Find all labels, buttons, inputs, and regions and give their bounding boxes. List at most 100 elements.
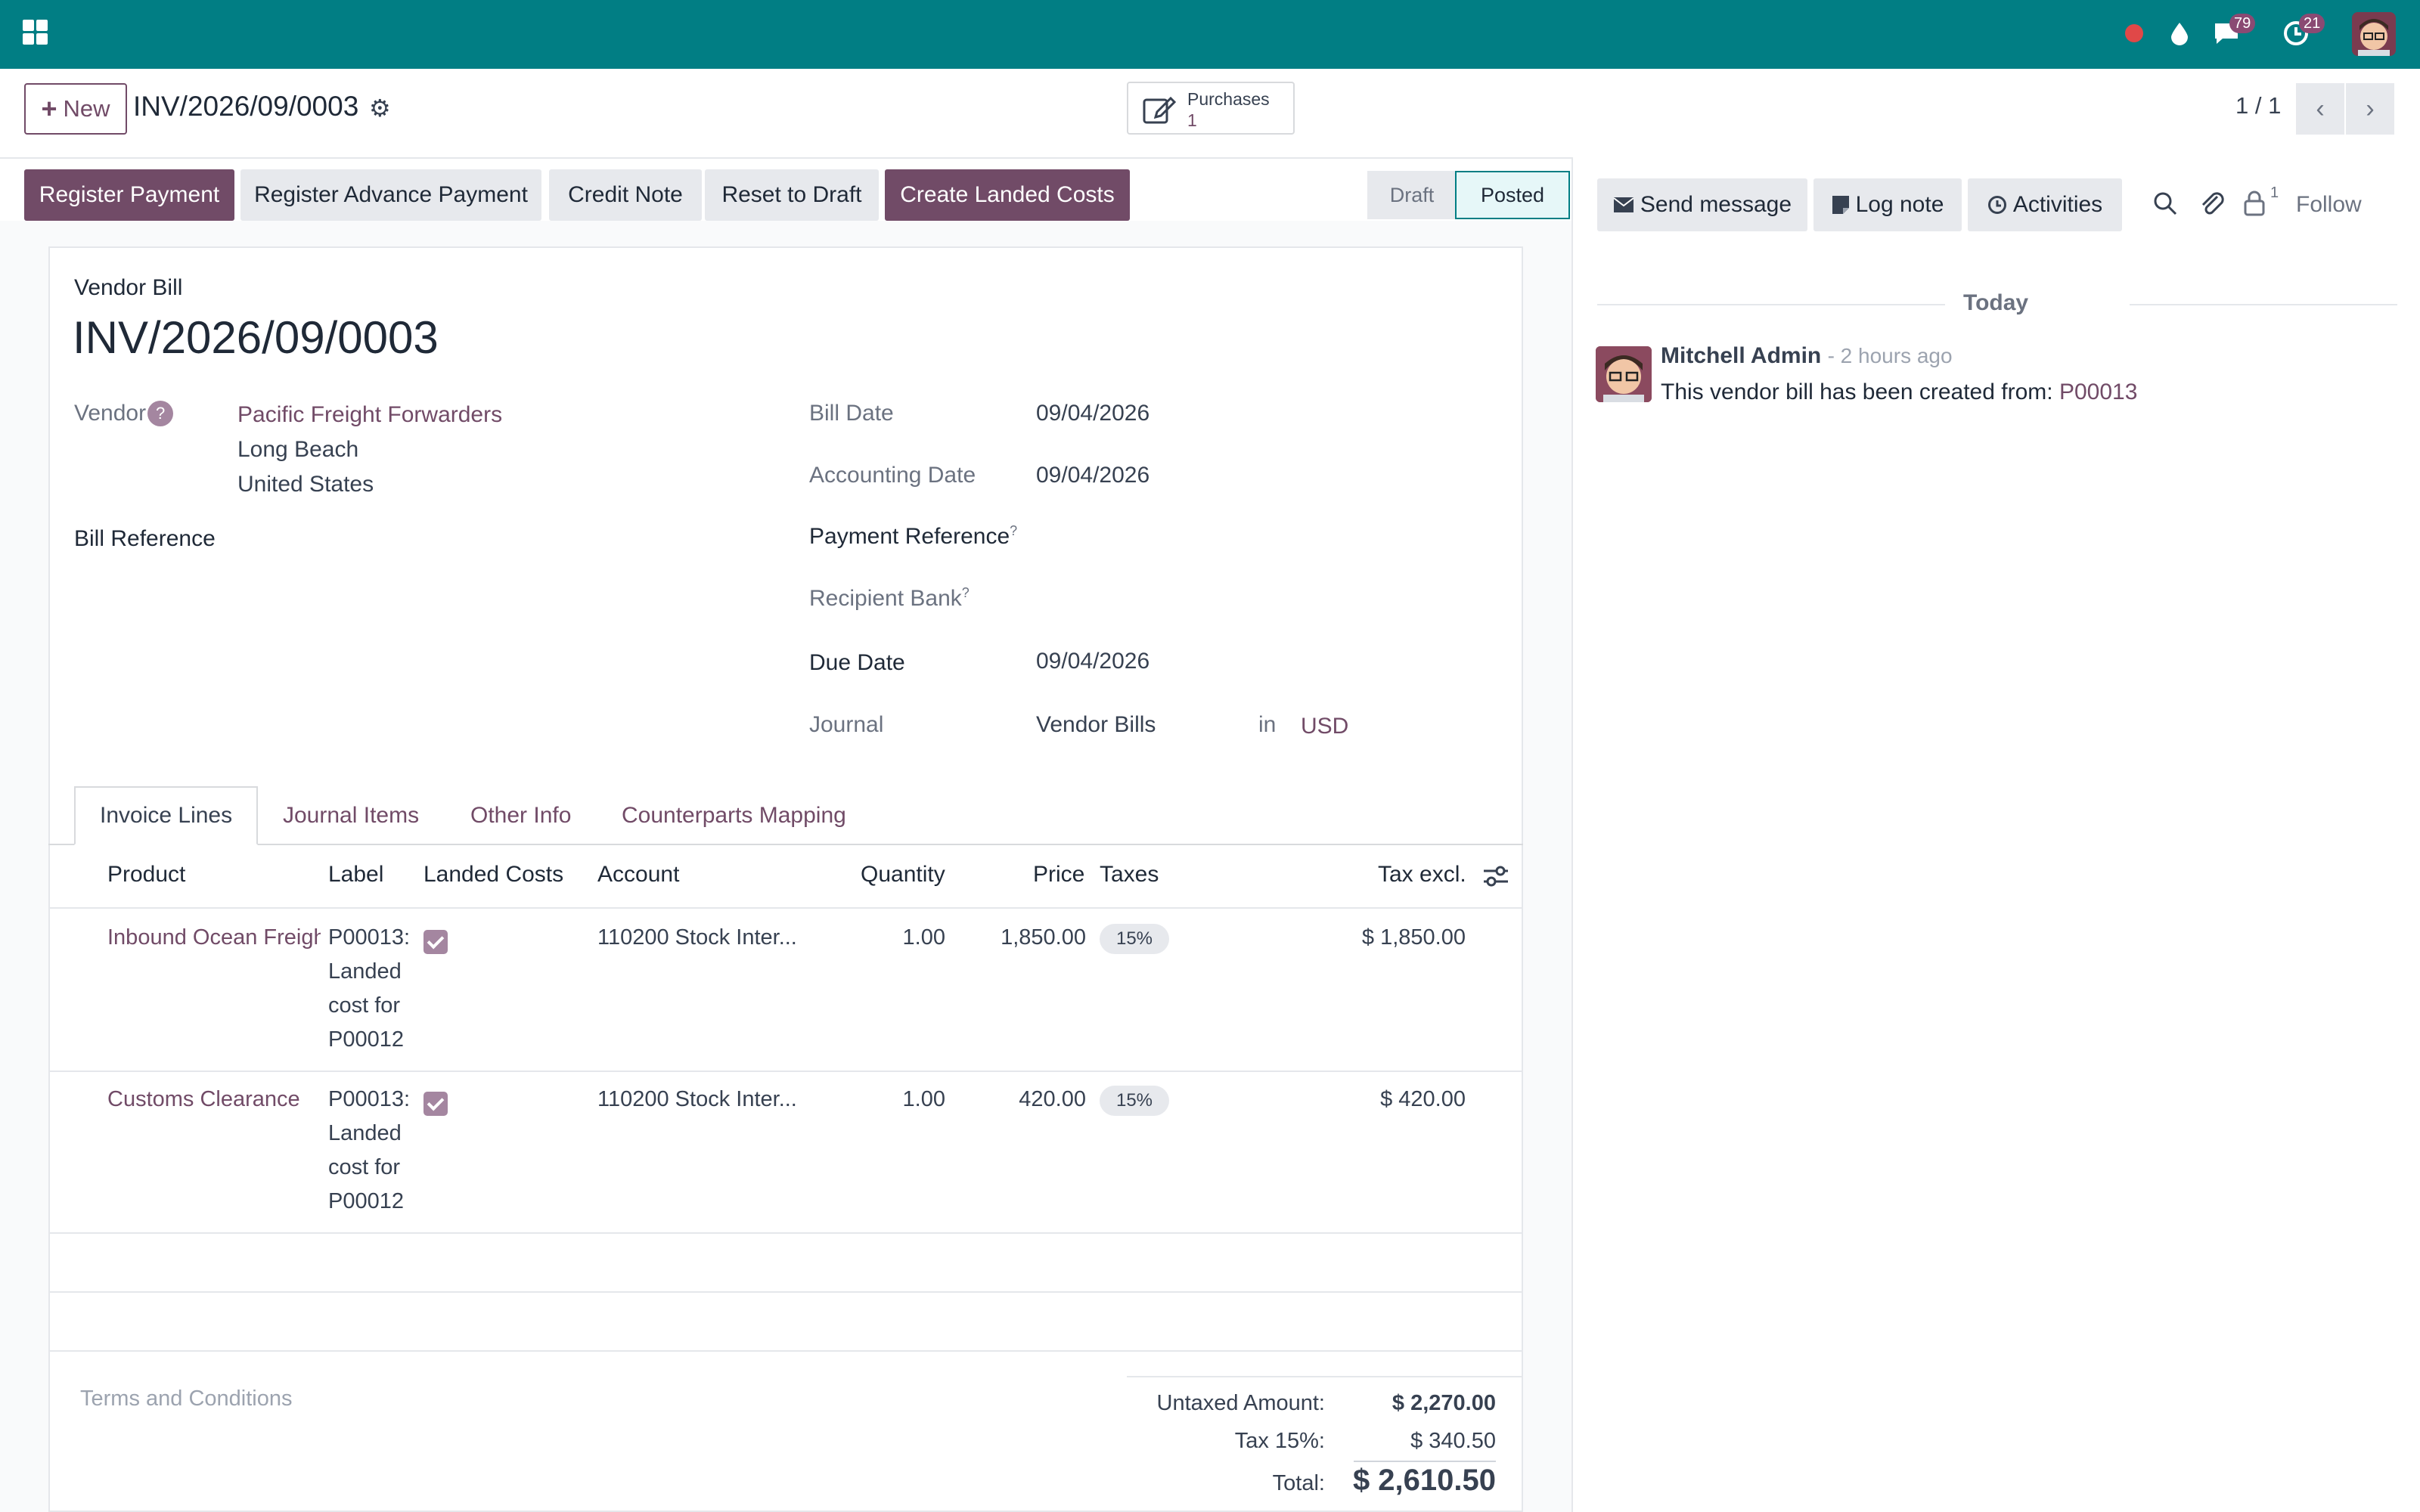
clock-icon bbox=[1987, 196, 2006, 214]
note-icon bbox=[1832, 196, 1849, 214]
date-separator-line bbox=[2130, 304, 2397, 305]
top-navbar: 79 21 bbox=[0, 0, 2420, 69]
chat-count-badge: 79 bbox=[2229, 14, 2256, 33]
row-label-line: P00013: bbox=[328, 1087, 411, 1111]
new-button[interactable]: + New bbox=[24, 83, 127, 135]
stage-draft[interactable]: Draft bbox=[1367, 171, 1457, 219]
journal-label: Journal bbox=[809, 712, 884, 737]
column-quantity[interactable]: Quantity bbox=[861, 862, 945, 888]
column-product[interactable]: Product bbox=[107, 862, 185, 888]
lock-icon[interactable] bbox=[2243, 191, 2266, 216]
row-label-line: P00012 bbox=[328, 1189, 404, 1213]
reset-to-draft-button[interactable]: Reset to Draft bbox=[705, 169, 879, 221]
send-message-button[interactable]: Send message bbox=[1597, 178, 1807, 231]
tax-tag: 15% bbox=[1100, 1086, 1169, 1116]
message-author-avatar[interactable] bbox=[1596, 346, 1652, 402]
column-landed-costs[interactable]: Landed Costs bbox=[424, 862, 563, 888]
message-header: Mitchell Admin - 2 hours ago bbox=[1661, 343, 1953, 369]
row-product-link[interactable]: Inbound Ocean Freight bbox=[107, 921, 321, 955]
bill-reference-label: Bill Reference bbox=[74, 526, 216, 551]
plus-icon: + bbox=[41, 93, 57, 124]
create-landed-costs-button[interactable]: Create Landed Costs bbox=[885, 169, 1130, 221]
stage-posted[interactable]: Posted bbox=[1455, 171, 1570, 219]
payment-reference-label: Payment Reference? bbox=[809, 523, 1018, 549]
clock-icon[interactable]: 21 bbox=[2281, 14, 2325, 48]
landed-costs-checkbox[interactable] bbox=[424, 930, 448, 954]
column-price[interactable]: Price bbox=[1033, 862, 1084, 888]
column-taxes[interactable]: Taxes bbox=[1100, 862, 1159, 888]
record-icon[interactable] bbox=[2119, 18, 2149, 48]
envelope-icon bbox=[1613, 197, 1634, 212]
date-separator: Today bbox=[1963, 290, 2029, 315]
user-avatar[interactable] bbox=[2352, 12, 2396, 56]
message-author[interactable]: Mitchell Admin bbox=[1661, 343, 1821, 368]
vendor-label: Vendor? bbox=[74, 401, 174, 426]
row-divider bbox=[48, 1350, 1523, 1352]
total-divider bbox=[1354, 1461, 1496, 1462]
tab-counterparts-mapping[interactable]: Counterparts Mapping bbox=[597, 786, 870, 845]
vendor-link[interactable]: Pacific Freight Forwarders bbox=[237, 402, 502, 428]
accounting-date-field[interactable]: 09/04/2026 bbox=[1036, 463, 1150, 488]
activities-button[interactable]: Activities bbox=[1968, 178, 2122, 231]
due-date-field[interactable]: 09/04/2026 bbox=[1036, 649, 1150, 674]
tab-other-info[interactable]: Other Info bbox=[446, 786, 595, 845]
optional-columns-icon[interactable] bbox=[1482, 863, 1509, 889]
follow-button[interactable]: Follow bbox=[2296, 192, 2362, 218]
purchase-order-link[interactable]: P00013 bbox=[2059, 380, 2137, 404]
gear-icon[interactable]: ⚙ bbox=[369, 94, 391, 122]
landed-costs-checkbox[interactable] bbox=[424, 1092, 448, 1116]
terms-and-conditions-field[interactable]: Terms and Conditions bbox=[80, 1387, 292, 1411]
row-label-line: cost for bbox=[328, 1155, 401, 1179]
bill-date-field[interactable]: 09/04/2026 bbox=[1036, 401, 1150, 426]
row-subtotal: $ 420.00 bbox=[1380, 1087, 1466, 1111]
register-advance-payment-button[interactable]: Register Advance Payment bbox=[240, 169, 541, 221]
log-note-button[interactable]: Log note bbox=[1813, 178, 1962, 231]
search-icon[interactable] bbox=[2152, 191, 2178, 216]
row-subtotal: $ 1,850.00 bbox=[1361, 925, 1466, 950]
row-product-link[interactable]: Customs Clearance bbox=[107, 1083, 321, 1117]
bill-title: INV/2026/09/0003 bbox=[73, 312, 439, 363]
row-label-line: cost for bbox=[328, 993, 401, 1018]
column-label[interactable]: Label bbox=[328, 862, 383, 888]
document-type: Vendor Bill bbox=[74, 275, 183, 300]
edit-icon bbox=[1143, 96, 1177, 124]
untaxed-amount-label: Untaxed Amount: bbox=[1156, 1391, 1325, 1415]
drop-icon[interactable] bbox=[2164, 18, 2195, 48]
tax-amount-label: Tax 15%: bbox=[1234, 1429, 1325, 1453]
breadcrumb-record-title: INV/2026/09/0003 bbox=[133, 91, 359, 122]
totals-divider bbox=[1127, 1376, 1523, 1377]
column-account[interactable]: Account bbox=[597, 862, 679, 888]
tab-invoice-lines[interactable]: Invoice Lines bbox=[74, 786, 259, 845]
journal-field[interactable]: Vendor Bills bbox=[1036, 712, 1156, 738]
row-label-line: P00013: bbox=[328, 925, 411, 950]
row-divider bbox=[48, 1232, 1523, 1234]
paperclip-icon[interactable] bbox=[2199, 189, 2225, 218]
tax-tag: 15% bbox=[1100, 924, 1169, 954]
row-label-line: Landed bbox=[328, 959, 402, 984]
accounting-date-label: Accounting Date bbox=[809, 463, 976, 488]
register-payment-button[interactable]: Register Payment bbox=[24, 169, 234, 221]
vendor-country: United States bbox=[237, 472, 374, 497]
control-panel-divider bbox=[0, 157, 1573, 159]
pager-value[interactable]: 1 / 1 bbox=[2235, 92, 2281, 119]
help-icon[interactable]: ? bbox=[147, 401, 174, 426]
bill-date-label: Bill Date bbox=[809, 401, 894, 426]
row-divider bbox=[48, 1291, 1523, 1293]
message-body: This vendor bill has been created from: … bbox=[1661, 380, 2138, 404]
currency-link[interactable]: USD bbox=[1301, 714, 1348, 739]
date-separator-line bbox=[1597, 304, 1945, 305]
tab-journal-items[interactable]: Journal Items bbox=[259, 786, 443, 845]
vendor-city: Long Beach bbox=[237, 437, 359, 462]
apps-menu-icon[interactable] bbox=[23, 20, 48, 45]
pager-next-button[interactable]: › bbox=[2346, 83, 2394, 135]
column-tax-excluded[interactable]: Tax excl. bbox=[1378, 862, 1466, 888]
row-quantity: 1.00 bbox=[902, 1087, 945, 1111]
pager-previous-button[interactable]: ‹ bbox=[2296, 83, 2344, 135]
purchases-smart-button[interactable]: Purchases 1 bbox=[1127, 82, 1295, 135]
row-label-line: P00012 bbox=[328, 1027, 404, 1052]
row-account: 110200 Stock Inter... bbox=[597, 1087, 797, 1111]
activity-count-badge: 21 bbox=[2299, 14, 2325, 33]
credit-note-button[interactable]: Credit Note bbox=[549, 169, 702, 221]
chat-icon[interactable]: 79 bbox=[2211, 14, 2256, 48]
row-quantity: 1.00 bbox=[902, 925, 945, 950]
